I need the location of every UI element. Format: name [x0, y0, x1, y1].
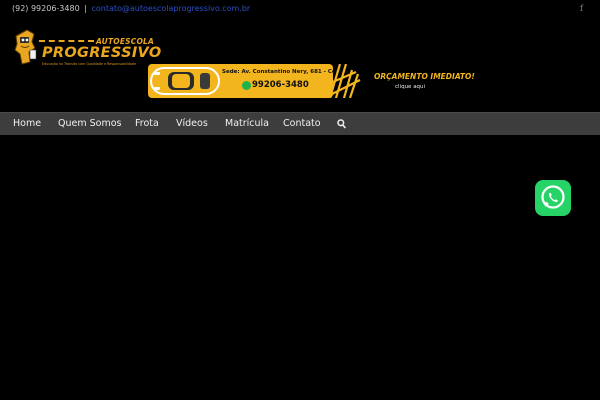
header-banner[interactable]: Sede: Av. Constantino Nery, 681 - Centro… [148, 64, 475, 98]
nav-item-videos[interactable]: Vídeos [176, 118, 208, 129]
banner-cta: ORÇAMENTO IMEDIATO! [374, 72, 475, 81]
banner-phone: 99206-3480 [252, 80, 309, 90]
logo-dashes [39, 40, 94, 44]
nav-item-quem-somos[interactable]: Quem Somos [58, 118, 121, 129]
top-contact-info: (92) 99206-3480 | contato@autoescolaprog… [12, 4, 250, 13]
nav-item-frota[interactable]: Frota [135, 118, 159, 129]
whatsapp-icon [541, 185, 565, 209]
logo-brand-main: PROGRESSIVO [42, 45, 162, 61]
top-phone: (92) 99206-3480 [12, 4, 80, 13]
main-nav: Home Quem Somos Frota Vídeos Matrícula C… [0, 112, 600, 135]
nav-item-contato[interactable]: Contato [283, 118, 321, 129]
car-icon [150, 67, 220, 95]
top-separator: | [84, 4, 87, 13]
nav-item-home[interactable]: Home [13, 118, 41, 129]
mascot-icon [14, 29, 37, 65]
banner-cta-sub: clique aqui [395, 84, 426, 90]
site-logo[interactable]: AUTOESCOLA PROGRESSIVO Educação no Trâns… [12, 28, 161, 68]
facebook-icon[interactable]: f [580, 4, 583, 13]
tire-tread-icon [327, 64, 361, 98]
logo-tagline: Educação no Trânsito com Qualidade e Res… [42, 62, 137, 66]
whatsapp-small-icon [242, 81, 251, 90]
whatsapp-float-button[interactable] [535, 180, 571, 216]
top-email-link[interactable]: contato@autoescolaprogressivo.com.br [91, 4, 250, 13]
top-bar: (92) 99206-3480 | contato@autoescolaprog… [0, 0, 600, 18]
nav-item-matricula[interactable]: Matrícula [225, 118, 269, 129]
search-icon[interactable] [337, 119, 346, 129]
